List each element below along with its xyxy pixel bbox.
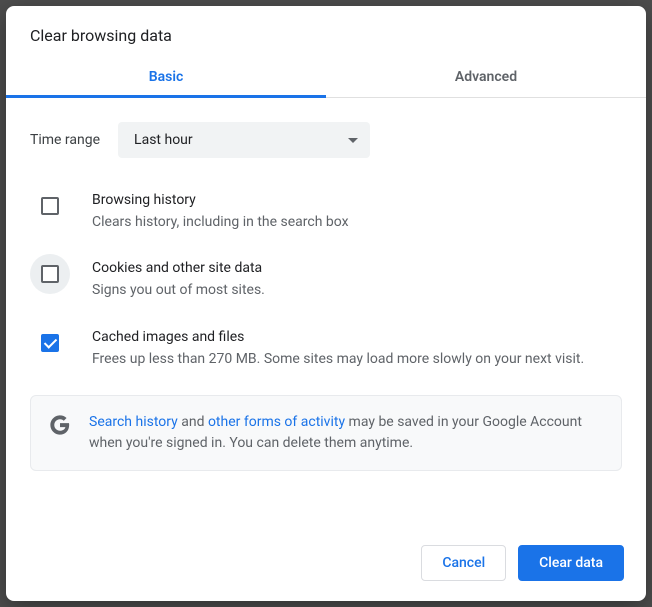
option-desc: Signs you out of most sites. [92,280,265,300]
option-text: Cached images and files Frees up less th… [92,329,584,369]
option-desc: Clears history, including in the search … [92,212,349,232]
option-text: Browsing history Clears history, includi… [92,192,349,232]
tab-basic[interactable]: Basic [6,55,326,97]
option-text: Cookies and other site data Signs you ou… [92,260,265,300]
tab-advanced[interactable]: Advanced [326,55,646,97]
backdrop: Clear browsing data Basic Advanced Time … [0,0,652,607]
option-desc: Frees up less than 270 MB. Some sites ma… [92,349,584,369]
checkbox-browsing-history[interactable] [30,186,70,226]
chevron-down-icon [348,138,358,143]
time-range-row: Time range Last hour [30,122,622,158]
dialog-footer: Cancel Clear data [6,527,646,601]
option-title: Cached images and files [92,329,584,345]
checkbox-icon [41,265,59,283]
checkbox-cookies[interactable] [30,254,70,294]
dialog-body: Time range Last hour Browsing history Cl… [6,98,646,527]
tabs: Basic Advanced [6,55,646,98]
google-logo-icon [49,414,71,436]
dialog-title: Clear browsing data [6,6,646,55]
time-range-label: Time range [30,132,100,148]
option-title: Browsing history [92,192,349,208]
option-browsing-history: Browsing history Clears history, includi… [30,186,622,254]
time-range-value: Last hour [134,132,193,148]
cancel-button[interactable]: Cancel [421,545,506,581]
clear-browsing-data-dialog: Clear browsing data Basic Advanced Time … [6,6,646,601]
clear-data-button[interactable]: Clear data [518,545,624,581]
checkbox-cached[interactable] [30,323,70,363]
info-text: Search history and other forms of activi… [89,412,603,454]
option-title: Cookies and other site data [92,260,265,276]
option-cached: Cached images and files Frees up less th… [30,323,622,391]
option-cookies: Cookies and other site data Signs you ou… [30,254,622,322]
time-range-select[interactable]: Last hour [118,122,370,158]
link-other-activity[interactable]: other forms of activity [208,414,345,430]
checkbox-icon [41,197,59,215]
link-search-history[interactable]: Search history [89,414,178,430]
info-mid: and [178,414,208,430]
google-account-info: Search history and other forms of activi… [30,395,622,471]
checkbox-icon [41,334,59,352]
